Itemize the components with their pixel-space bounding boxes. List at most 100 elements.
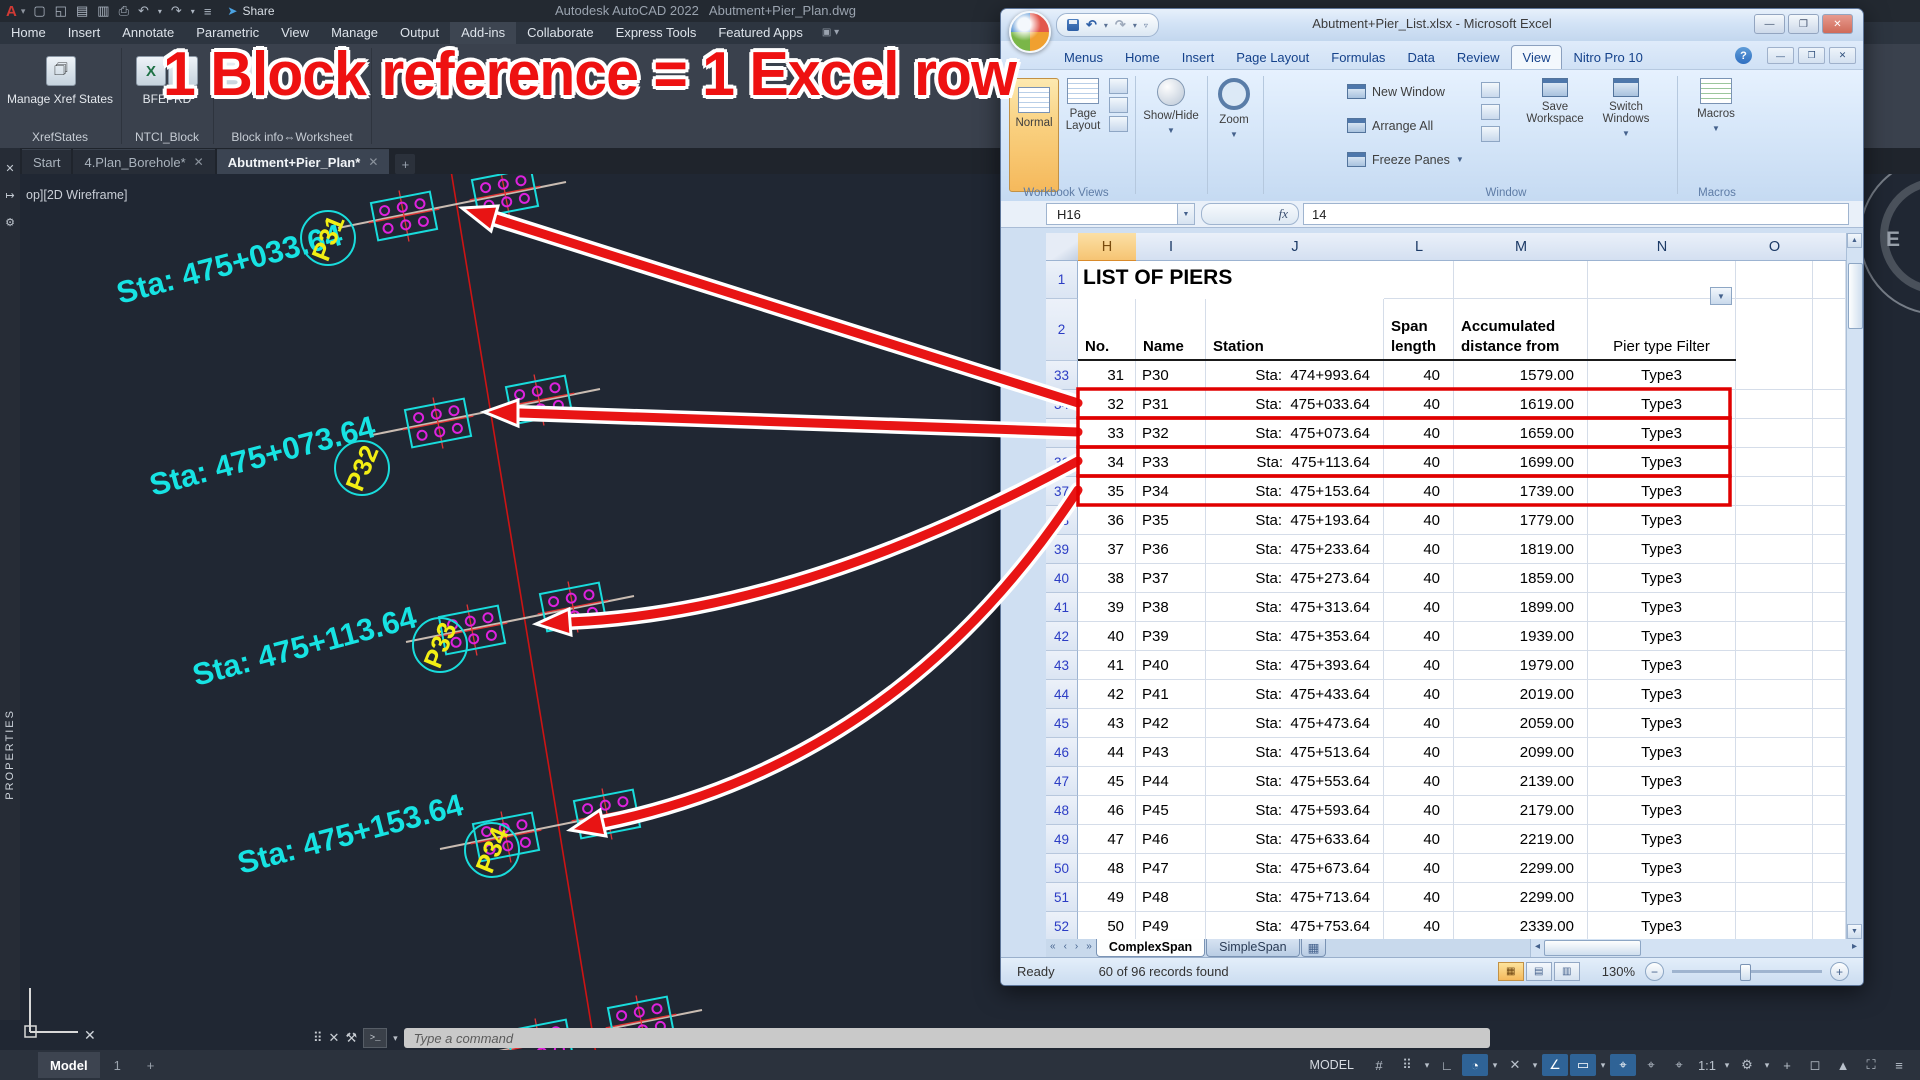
gear-caret[interactable]: ▾ bbox=[1762, 1054, 1772, 1076]
ortho-mode-icon[interactable]: ✕ bbox=[1502, 1054, 1528, 1076]
table-cell[interactable]: 40 bbox=[1384, 709, 1454, 738]
layout-tab-1[interactable]: 1 bbox=[102, 1052, 133, 1078]
infer-constraints-icon[interactable]: ∟ bbox=[1434, 1054, 1460, 1076]
annotation-gear-icon[interactable]: ⚙ bbox=[1734, 1054, 1760, 1076]
table-cell[interactable]: 40 bbox=[1384, 361, 1454, 390]
table-cell[interactable]: 40 bbox=[1384, 622, 1454, 651]
table-cell[interactable]: Sta: 475+153.64 bbox=[1206, 477, 1384, 506]
table-cell[interactable] bbox=[1813, 738, 1846, 767]
table-cell[interactable]: Sta: 475+433.64 bbox=[1206, 680, 1384, 709]
new-file-icon[interactable]: ▢ bbox=[33, 3, 45, 19]
table-cell[interactable] bbox=[1813, 390, 1846, 419]
layout-tab-model[interactable]: Model bbox=[38, 1052, 100, 1078]
row-number[interactable]: 40 bbox=[1046, 564, 1078, 593]
last-sheet-icon[interactable]: » bbox=[1082, 939, 1096, 957]
table-cell[interactable]: 36 bbox=[1078, 506, 1136, 535]
cmdbar-wrench-icon[interactable]: ⚒ bbox=[345, 1030, 357, 1046]
scroll-down-icon[interactable]: ▼ bbox=[1847, 924, 1862, 939]
table-cell[interactable]: 1619.00 bbox=[1454, 390, 1588, 419]
arrange-all-button[interactable]: Arrange All bbox=[1347, 118, 1433, 133]
table-cell[interactable]: P35 bbox=[1136, 506, 1206, 535]
header-cell[interactable]: No. bbox=[1078, 299, 1136, 361]
palette-close-icon[interactable]: ✕ bbox=[5, 162, 14, 175]
table-cell[interactable]: P45 bbox=[1136, 796, 1206, 825]
column-header-H[interactable]: H bbox=[1078, 233, 1137, 262]
sheet-title-cell[interactable]: LIST OF PIERS bbox=[1083, 266, 1232, 290]
table-cell[interactable]: 2299.00 bbox=[1454, 883, 1588, 912]
table-cell[interactable] bbox=[1736, 651, 1813, 680]
zoom-slider[interactable] bbox=[1672, 970, 1822, 973]
osnap-icon[interactable]: ⌖ bbox=[1638, 1054, 1664, 1076]
table-cell[interactable]: P32 bbox=[1136, 419, 1206, 448]
insert-function-button[interactable]: fx bbox=[1201, 203, 1299, 225]
isolate-objects-icon[interactable]: ◻ bbox=[1802, 1054, 1828, 1076]
name-box-caret[interactable]: ▼ bbox=[1178, 203, 1195, 225]
layout-tab-+[interactable]: + bbox=[135, 1052, 167, 1078]
table-cell[interactable] bbox=[1736, 738, 1813, 767]
table-cell[interactable]: 1779.00 bbox=[1454, 506, 1588, 535]
file-tab-start[interactable]: Start bbox=[22, 149, 71, 174]
sheet-tab-simplespan[interactable]: SimpleSpan bbox=[1206, 939, 1299, 957]
column-header-M[interactable]: M bbox=[1454, 233, 1589, 261]
table-cell[interactable]: P43 bbox=[1136, 738, 1206, 767]
table-cell[interactable] bbox=[1813, 883, 1846, 912]
row-number[interactable]: 46 bbox=[1046, 738, 1078, 767]
isodraft-caret[interactable]: ▾ bbox=[1598, 1054, 1608, 1076]
isodraft-icon[interactable]: ▭ bbox=[1570, 1054, 1596, 1076]
table-cell[interactable] bbox=[1736, 564, 1813, 593]
table-cell[interactable]: 38 bbox=[1078, 564, 1136, 593]
row-number[interactable]: 36 bbox=[1046, 448, 1078, 477]
table-cell[interactable]: 34 bbox=[1078, 448, 1136, 477]
normal-view-button[interactable]: Normal bbox=[1009, 78, 1059, 192]
dynamic-input-caret[interactable]: ▾ bbox=[1490, 1054, 1500, 1076]
table-cell[interactable]: P30 bbox=[1136, 361, 1206, 390]
recent-commands-icon[interactable]: >_ bbox=[363, 1028, 387, 1048]
scale-caret[interactable]: ▾ bbox=[1722, 1054, 1732, 1076]
table-cell[interactable]: Sta: 475+353.64 bbox=[1206, 622, 1384, 651]
table-cell[interactable]: 40 bbox=[1384, 448, 1454, 477]
minimize-button[interactable]: — bbox=[1754, 14, 1785, 34]
row-number[interactable]: 49 bbox=[1046, 825, 1078, 854]
excel-tab-nitro-pro-10[interactable]: Nitro Pro 10 bbox=[1562, 46, 1653, 69]
switch-windows-button[interactable]: Switch Windows ▼ bbox=[1593, 78, 1659, 138]
table-cell[interactable]: Sta: 475+553.64 bbox=[1206, 767, 1384, 796]
undo-caret[interactable]: ▾ bbox=[158, 7, 162, 16]
table-cell[interactable]: Type3 bbox=[1588, 390, 1736, 419]
column-header-I[interactable]: I bbox=[1136, 233, 1207, 261]
column-header-O[interactable]: O bbox=[1736, 233, 1814, 261]
table-cell[interactable]: Type3 bbox=[1588, 767, 1736, 796]
ribbon-tab-insert[interactable]: Insert bbox=[57, 22, 112, 44]
table-cell[interactable]: 40 bbox=[1384, 651, 1454, 680]
vertical-scrollbar[interactable]: ▲ ▼ bbox=[1846, 233, 1862, 939]
table-cell[interactable]: 40 bbox=[1384, 564, 1454, 593]
table-cell[interactable]: 32 bbox=[1078, 390, 1136, 419]
table-cell[interactable]: Sta: 475+233.64 bbox=[1206, 535, 1384, 564]
table-cell[interactable] bbox=[1736, 912, 1813, 939]
table-cell[interactable]: 40 bbox=[1078, 622, 1136, 651]
table-cell[interactable] bbox=[1736, 477, 1813, 506]
table-cell[interactable]: 40 bbox=[1384, 912, 1454, 939]
table-cell[interactable] bbox=[1736, 535, 1813, 564]
dynamic-input-icon[interactable]: ◔ bbox=[1462, 1054, 1488, 1076]
table-cell[interactable]: Sta: 475+593.64 bbox=[1206, 796, 1384, 825]
bfeprd-excel-icon[interactable]: X bbox=[136, 56, 166, 86]
table-cell[interactable] bbox=[1813, 506, 1846, 535]
header-cell[interactable]: Pier type Filter bbox=[1588, 299, 1736, 361]
grid-display-icon[interactable]: # bbox=[1366, 1054, 1392, 1076]
header-cell[interactable]: Spanlength bbox=[1384, 299, 1454, 361]
customize-menu-icon[interactable]: ≡ bbox=[1886, 1054, 1912, 1076]
xref-panel-label[interactable]: XrefStates bbox=[0, 130, 120, 144]
row-number[interactable]: 45 bbox=[1046, 709, 1078, 738]
table-cell[interactable]: P38 bbox=[1136, 593, 1206, 622]
page-break-shortcut[interactable]: ▥ bbox=[1554, 962, 1580, 981]
table-cell[interactable]: 33 bbox=[1078, 419, 1136, 448]
scroll-right-icon[interactable]: ▸ bbox=[1848, 939, 1861, 957]
workbook-minimize-button[interactable]: — bbox=[1767, 47, 1794, 64]
clean-screen-icon[interactable]: ⛶ bbox=[1858, 1054, 1884, 1076]
row-number[interactable]: 37 bbox=[1046, 477, 1078, 506]
table-cell[interactable]: 40 bbox=[1384, 796, 1454, 825]
table-cell[interactable]: 1939.00 bbox=[1454, 622, 1588, 651]
table-cell[interactable] bbox=[1813, 854, 1846, 883]
table-cell[interactable]: 40 bbox=[1384, 477, 1454, 506]
table-cell[interactable] bbox=[1813, 535, 1846, 564]
